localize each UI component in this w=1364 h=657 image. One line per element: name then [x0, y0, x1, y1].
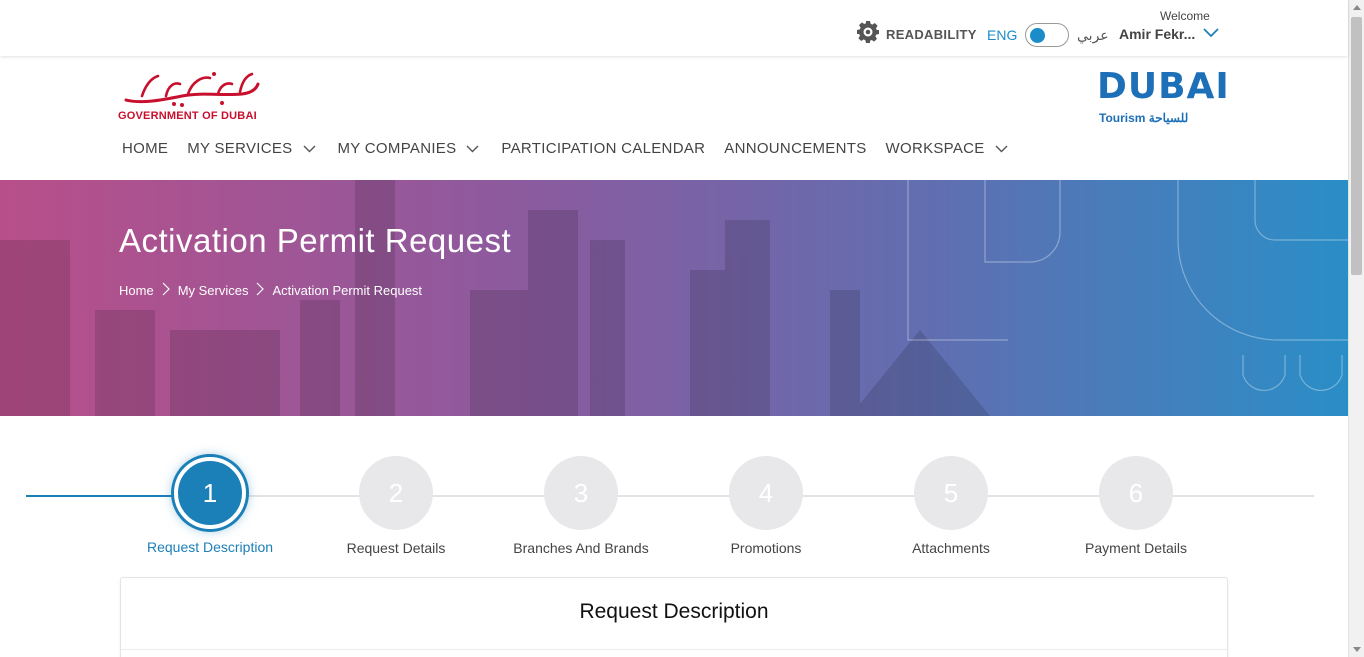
toggle-knob — [1030, 28, 1045, 43]
chevron-down-icon — [995, 140, 1008, 157]
step-number: 1 — [174, 457, 246, 529]
progress-stepper: 1 Request Description 2 Request Details … — [0, 440, 1348, 570]
step-5[interactable]: 5 Attachments — [876, 456, 1026, 556]
page-banner: Activation Permit Request Home My Servic… — [0, 180, 1348, 416]
page-scrollbar[interactable] — [1348, 0, 1364, 657]
step-number: 2 — [359, 456, 433, 530]
step-label: Branches And Brands — [513, 540, 649, 556]
step-6[interactable]: 6 Payment Details — [1061, 456, 1211, 556]
chevron-down-icon — [1203, 25, 1219, 43]
nav-my-companies-label: MY COMPANIES — [337, 140, 457, 157]
nav-announcements-label: ANNOUNCEMENTS — [724, 140, 867, 157]
card-divider — [121, 649, 1227, 650]
gov-arabic-calligraphy — [124, 72, 260, 107]
chevron-right-icon — [256, 282, 265, 299]
user-menu[interactable]: Amir Fekr... — [1119, 25, 1219, 43]
step-number: 3 — [544, 456, 618, 530]
step-2[interactable]: 2 Request Details — [321, 456, 471, 556]
chevron-right-icon — [162, 282, 170, 299]
lang-english-label[interactable]: ENG — [987, 27, 1017, 43]
government-of-dubai-logo[interactable]: GOVERNMENT OF DUBAI — [118, 70, 263, 125]
nav-my-services[interactable]: MY SERVICES — [187, 140, 315, 157]
chevron-down-icon — [466, 140, 479, 157]
step-3[interactable]: 3 Branches And Brands — [506, 456, 656, 556]
card-title: Request Description — [579, 600, 769, 623]
language-toggle[interactable] — [1025, 23, 1069, 47]
request-description-card: Request Description — [120, 577, 1228, 657]
page: READABILITY ENG عربي Welcome Amir Fekr..… — [0, 0, 1364, 657]
breadcrumb-current: Activation Permit Request — [272, 283, 423, 298]
nav-my-companies[interactable]: MY COMPANIES — [338, 140, 480, 157]
breadcrumb: Home My Services Activation Permit Reque… — [119, 282, 422, 299]
scroll-down-icon[interactable] — [1353, 647, 1361, 652]
welcome-text: Welcome — [1160, 9, 1210, 23]
page-title: Activation Permit Request — [119, 222, 512, 259]
dt-dubai-text: DUBAI — [1097, 66, 1230, 107]
nav-workspace-label: WORKSPACE — [885, 140, 985, 157]
nav-announcements[interactable]: ANNOUNCEMENTS — [724, 140, 866, 157]
step-label: Request Details — [346, 540, 446, 556]
chevron-down-icon — [303, 140, 316, 157]
step-label: Request Description — [146, 539, 274, 555]
breadcrumb-home[interactable]: Home — [119, 283, 154, 298]
nav-home-label: HOME — [122, 140, 169, 157]
step-label: Attachments — [912, 540, 990, 556]
step-1[interactable]: 1 Request Description — [135, 456, 285, 555]
step-label: Promotions — [730, 540, 802, 556]
step-4[interactable]: 4 Promotions — [691, 456, 841, 556]
main-nav: HOME MY SERVICES MY COMPANIES PARTICIPAT… — [122, 140, 1008, 157]
scroll-up-icon[interactable] — [1353, 5, 1361, 10]
gov-english-text: GOVERNMENT OF DUBAI — [118, 110, 257, 122]
scrollbar-thumb[interactable] — [1351, 17, 1362, 275]
user-name: Amir Fekr... — [1119, 26, 1196, 42]
step-number: 4 — [729, 456, 803, 530]
breadcrumb-my-services[interactable]: My Services — [178, 283, 249, 298]
nav-my-services-label: MY SERVICES — [187, 140, 293, 157]
gear-icon — [856, 20, 880, 49]
step-label: Payment Details — [1085, 540, 1187, 556]
nav-participation-calendar[interactable]: PARTICIPATION CALENDAR — [501, 140, 705, 157]
step-number: 6 — [1099, 456, 1173, 530]
readability-label: READABILITY — [886, 27, 977, 42]
nav-participation-calendar-label: PARTICIPATION CALENDAR — [501, 140, 706, 157]
nav-workspace[interactable]: WORKSPACE — [886, 140, 1008, 157]
top-utility-bar: READABILITY ENG عربي Welcome Amir Fekr..… — [0, 0, 1348, 56]
lang-arabic-label[interactable]: عربي — [1077, 27, 1109, 44]
readability-button[interactable]: READABILITY — [856, 20, 977, 49]
nav-home[interactable]: HOME — [122, 140, 168, 157]
dt-tourism-text: Tourism للسياحة — [1099, 111, 1189, 125]
step-number: 5 — [914, 456, 988, 530]
dubai-tourism-logo[interactable]: DUBAI Tourism للسياحة — [1097, 66, 1229, 128]
